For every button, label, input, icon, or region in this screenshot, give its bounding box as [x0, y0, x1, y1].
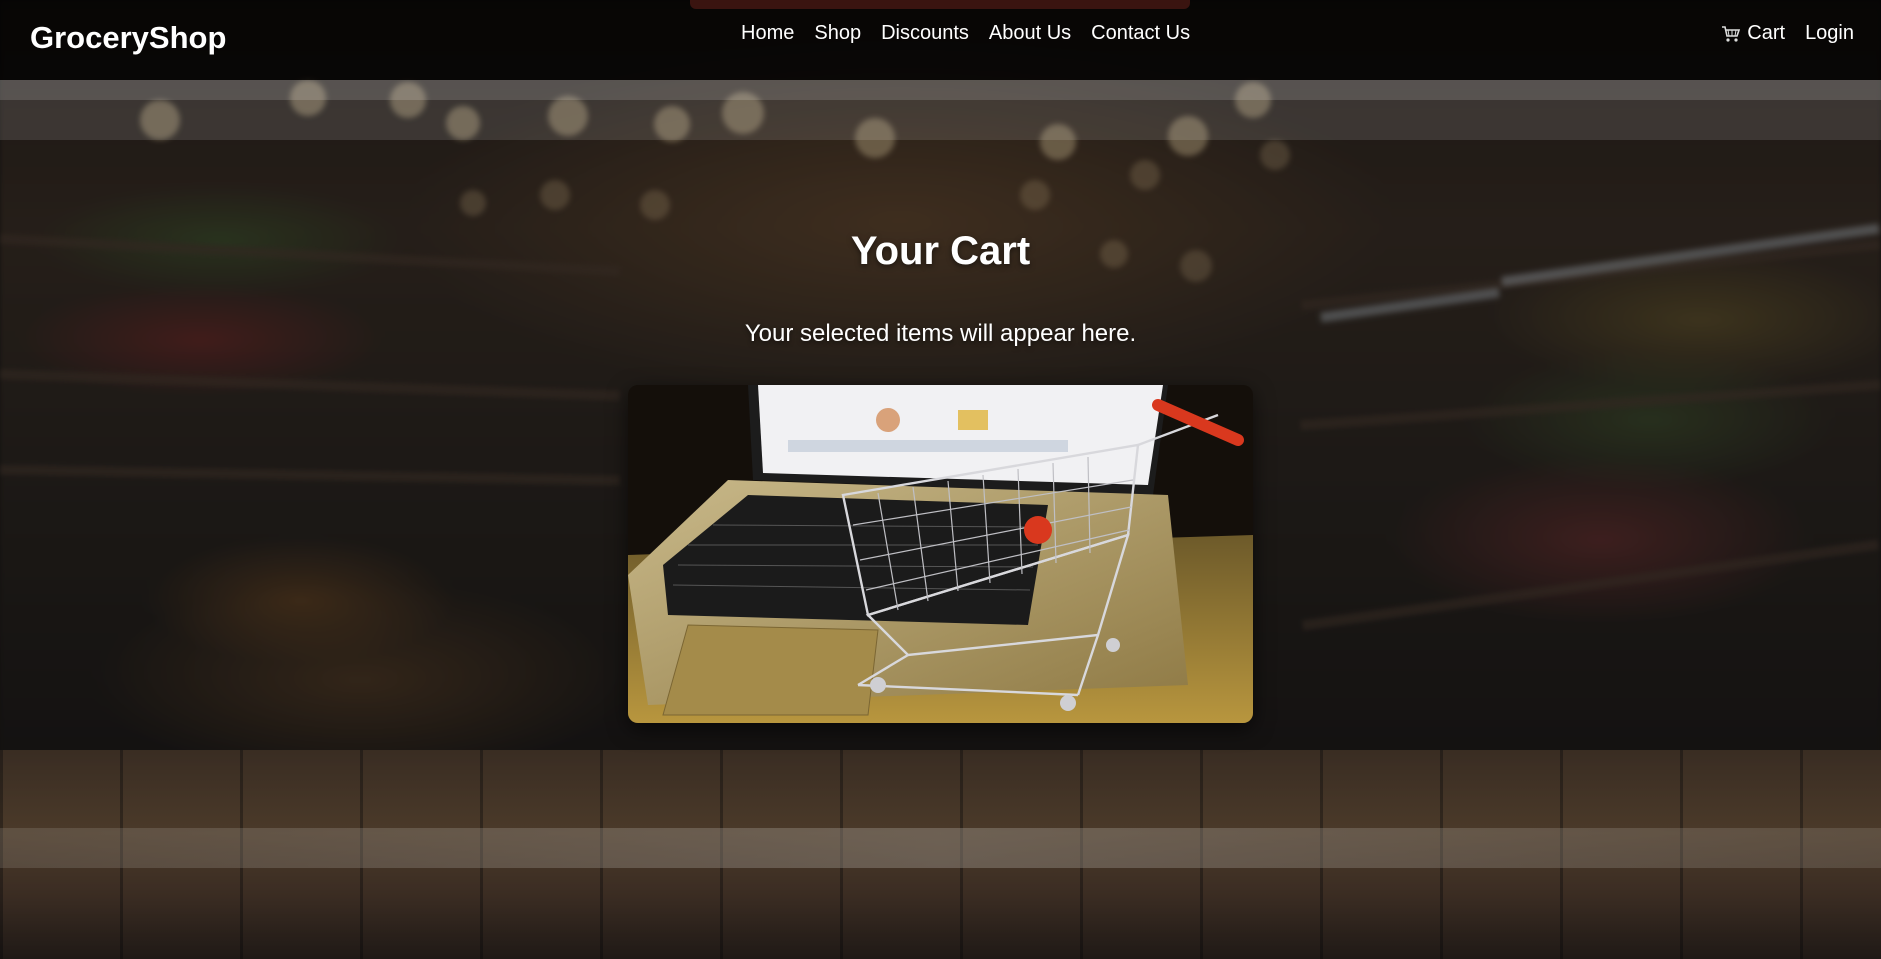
- navbar: GroceryShop Home Shop Discounts About Us…: [0, 0, 1881, 80]
- nav-link-discounts[interactable]: Discounts: [881, 22, 969, 44]
- nav-link-home[interactable]: Home: [741, 22, 794, 44]
- laptop-with-shopping-cart-image: [628, 385, 1253, 723]
- nav-link-shop[interactable]: Shop: [814, 22, 861, 44]
- cart-section: Your Cart Your selected items will appea…: [0, 140, 1881, 723]
- page-subtitle: Your selected items will appear here.: [744, 320, 1137, 347]
- shopping-cart-icon: [1721, 25, 1741, 43]
- nav-link-contact-us[interactable]: Contact Us: [1091, 22, 1190, 44]
- nav-link-about-us[interactable]: About Us: [989, 22, 1071, 44]
- brand-logo[interactable]: GroceryShop: [30, 20, 226, 56]
- cart-label: Cart: [1747, 22, 1786, 44]
- page-title: Your Cart: [850, 229, 1031, 273]
- login-link[interactable]: Login: [1805, 22, 1854, 45]
- cart-link[interactable]: Cart: [1721, 22, 1785, 45]
- nav-links: Home Shop Discounts About Us Contact Us: [741, 22, 1190, 45]
- nav-right: Cart Login: [1721, 22, 1854, 45]
- nav-accent-bar: [690, 0, 1190, 9]
